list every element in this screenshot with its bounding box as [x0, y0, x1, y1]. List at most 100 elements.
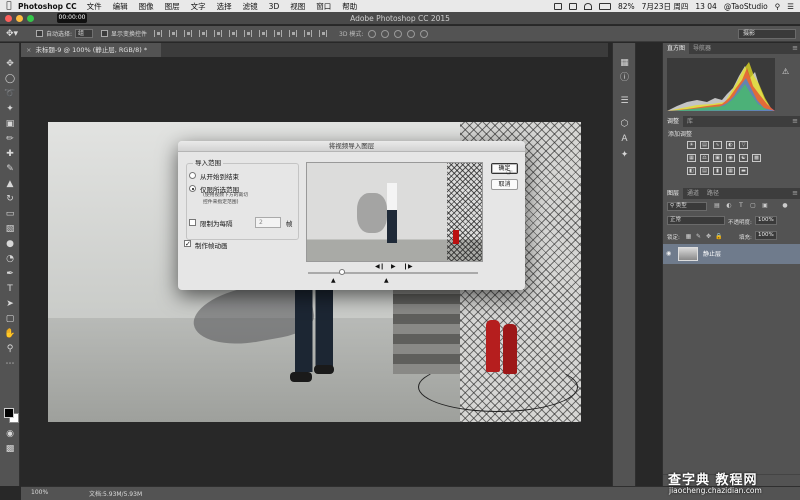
menu-window[interactable]: 窗口	[316, 1, 331, 12]
cached-data-warning-icon[interactable]: ⚠	[782, 67, 791, 76]
previous-frame-icon[interactable]: ◀❙	[375, 263, 385, 270]
limit-frames-input[interactable]: 2	[255, 217, 281, 228]
blend-mode-dropdown[interactable]: 正常	[667, 216, 725, 225]
messages-icon[interactable]	[553, 2, 562, 10]
filter-pixel-icon[interactable]: ▤	[713, 202, 721, 210]
3d-orbit-icon[interactable]	[368, 29, 377, 38]
tab-adjustments[interactable]: 调整	[663, 116, 684, 127]
menu-layer[interactable]: 图层	[165, 1, 180, 12]
menu-filter[interactable]: 滤镜	[243, 1, 258, 12]
brush-presets-icon[interactable]: ✦	[618, 149, 631, 161]
panel-menu-icon[interactable]: ≡	[792, 116, 800, 127]
cancel-button[interactable]: 取消	[491, 179, 518, 190]
color-lookup-icon[interactable]: ▩	[752, 154, 761, 162]
menubar-date[interactable]: 7月23日 周四	[642, 1, 689, 12]
menu-select[interactable]: 选择	[217, 1, 232, 12]
distribute-hcenter-icon[interactable]	[304, 30, 313, 37]
foreground-color-swatch[interactable]	[4, 408, 14, 418]
history-panel-icon[interactable]: ▦	[618, 57, 631, 69]
minimize-window-button[interactable]	[16, 15, 23, 22]
menu-3d[interactable]: 3D	[269, 2, 280, 11]
zoom-window-button[interactable]	[27, 15, 34, 22]
make-animation-checkbox[interactable]: ✓	[184, 240, 191, 248]
menubar-user[interactable]: @TaoStudio	[724, 2, 768, 11]
exposure-icon[interactable]: ◐	[726, 141, 735, 149]
panel-menu-icon[interactable]: ≡	[792, 188, 800, 199]
menu-edit[interactable]: 编辑	[113, 1, 128, 12]
tab-navigator[interactable]: 导航器	[689, 43, 715, 54]
move-tool-icon[interactable]: ✥	[4, 59, 16, 70]
quick-select-tool-icon[interactable]: ✦	[4, 104, 16, 115]
path-selection-tool-icon[interactable]: ➤	[4, 299, 16, 310]
align-right-icon[interactable]	[229, 30, 238, 37]
black-white-icon[interactable]: ▣	[713, 154, 722, 162]
next-frame-icon[interactable]: ❙▶	[403, 263, 413, 270]
brightness-contrast-icon[interactable]: ☀	[687, 141, 696, 149]
move-tool-preset-icon[interactable]: ✥▾	[6, 28, 28, 40]
menu-type[interactable]: 文字	[191, 1, 206, 12]
distribute-vcenter-icon[interactable]	[259, 30, 268, 37]
wifi-icon[interactable]	[583, 2, 592, 10]
limit-frames-label[interactable]: 限制为每隔	[200, 218, 233, 228]
filter-type-icon[interactable]: T	[737, 202, 745, 210]
selective-color-icon[interactable]: ▦	[726, 167, 735, 175]
layer-name[interactable]: 静止层	[703, 249, 721, 258]
color-balance-icon[interactable]: ⚖	[700, 154, 709, 162]
auto-select-checkbox[interactable]	[36, 30, 43, 37]
lock-all-icon[interactable]: 🔒	[715, 233, 722, 240]
notification-center-icon[interactable]: ☰	[787, 2, 794, 11]
healing-brush-tool-icon[interactable]: ✚	[4, 149, 16, 160]
gradient-tool-icon[interactable]: ▧	[4, 224, 16, 235]
trim-start-handle[interactable]: ▲	[331, 278, 336, 284]
menu-file[interactable]: 文件	[87, 1, 102, 12]
lock-position-icon[interactable]: ✥	[705, 233, 712, 240]
limit-frames-checkbox[interactable]	[189, 219, 196, 226]
layer-filter-kind-dropdown[interactable]: ⚲ 类型	[667, 202, 707, 211]
auto-select-dropdown[interactable]: 组	[75, 29, 94, 38]
rectangle-tool-icon[interactable]: ▢	[4, 314, 16, 325]
type-tool-icon[interactable]: T	[4, 284, 16, 295]
apple-icon[interactable]: 	[0, 1, 18, 11]
posterize-icon[interactable]: ▤	[700, 167, 709, 175]
dodge-tool-icon[interactable]: ◔	[4, 254, 16, 265]
layer-row[interactable]: ◉ 静止层	[663, 244, 800, 264]
filter-smart-object-icon[interactable]: ▣	[761, 202, 769, 210]
battery-icon[interactable]	[598, 2, 611, 10]
crop-tool-icon[interactable]: ▣	[4, 119, 16, 130]
screen-mode-icon[interactable]: ▩	[4, 444, 16, 455]
vibrance-icon[interactable]: ▽	[739, 141, 748, 149]
spotlight-icon[interactable]: ⚲	[775, 2, 781, 11]
levels-icon[interactable]: ▤	[700, 141, 709, 149]
filter-toggle-icon[interactable]: ●	[781, 202, 789, 210]
ok-button[interactable]: 确定	[491, 163, 518, 174]
distribute-right-icon[interactable]	[319, 30, 328, 37]
zoom-tool-icon[interactable]: ⚲	[4, 344, 16, 355]
threshold-icon[interactable]: ▮	[713, 167, 722, 175]
marquee-tool-icon[interactable]: ◯	[4, 74, 16, 85]
fill-field[interactable]: 100%	[755, 231, 777, 240]
photo-filter-icon[interactable]: ◉	[726, 154, 735, 162]
hue-saturation-icon[interactable]: ▦	[687, 154, 696, 162]
pen-tool-icon[interactable]: ✒	[4, 269, 16, 280]
quick-mask-icon[interactable]: ◉	[4, 429, 16, 440]
align-bottom-icon[interactable]	[184, 30, 193, 37]
from-start-label[interactable]: 从开始到结束	[200, 171, 239, 181]
play-icon[interactable]: ▶	[391, 263, 396, 270]
tab-libraries[interactable]: 库	[683, 116, 697, 127]
blur-tool-icon[interactable]: ●	[4, 239, 16, 250]
zoom-level[interactable]: 100%	[31, 489, 48, 496]
invert-icon[interactable]: ◧	[687, 167, 696, 175]
eraser-tool-icon[interactable]: ▭	[4, 209, 16, 220]
menu-help[interactable]: 帮助	[342, 1, 357, 12]
align-top-icon[interactable]	[154, 30, 163, 37]
tab-paths[interactable]: 路径	[703, 188, 723, 199]
align-left-icon[interactable]	[199, 30, 208, 37]
align-hcenter-icon[interactable]	[214, 30, 223, 37]
more-tools-icon[interactable]: ⋯	[4, 359, 16, 370]
gradient-map-icon[interactable]: ▬	[739, 167, 748, 175]
selected-range-radio[interactable]	[189, 185, 196, 192]
menubar-time[interactable]: 13 04	[695, 2, 716, 11]
hand-tool-icon[interactable]: ✋	[4, 329, 16, 340]
opacity-field[interactable]: 100%	[755, 216, 777, 225]
tab-channels[interactable]: 通道	[683, 188, 703, 199]
